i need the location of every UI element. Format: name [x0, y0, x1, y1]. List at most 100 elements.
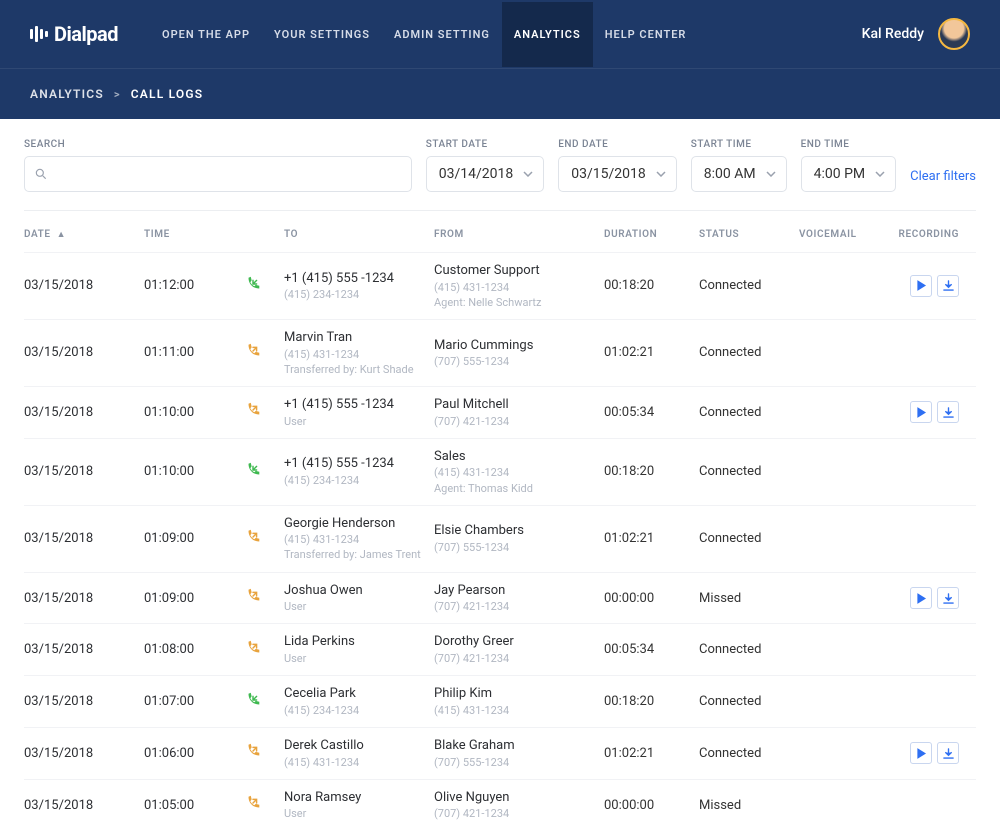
col-date[interactable]: DATE▲ — [24, 229, 144, 240]
cell-duration: 00:18:20 — [604, 278, 699, 293]
from-primary: Jay Pearson — [434, 583, 604, 599]
from-sub: (707) 421-1234 — [434, 652, 604, 665]
end-date-filter: END DATE 03/15/2018 — [558, 139, 677, 192]
from-primary: Olive Nguyen — [434, 790, 604, 806]
top-navbar: Dialpad OPEN THE APPYOUR SETTINGSADMIN S… — [0, 0, 1000, 68]
col-duration[interactable]: DURATION — [604, 229, 699, 240]
from-sub: (707) 421-1234 — [434, 807, 604, 820]
navbar-right: Kal Reddy — [862, 18, 970, 50]
search-icon — [34, 167, 48, 181]
cell-status: Connected — [699, 746, 799, 761]
avatar[interactable] — [938, 18, 970, 50]
table-row[interactable]: 03/15/201801:05:00Nora RamseyUserOlive N… — [24, 779, 976, 831]
end-time-label: END TIME — [801, 139, 897, 150]
col-from[interactable]: FROM — [434, 229, 604, 240]
table-row[interactable]: 03/15/201801:07:00Cecelia Park(415) 234-… — [24, 675, 976, 727]
cell-time: 01:11:00 — [144, 345, 244, 360]
nav-link-analytics[interactable]: ANALYTICS — [502, 2, 593, 67]
start-time-filter: START TIME 8:00 AM — [691, 139, 787, 192]
cell-recording — [879, 401, 959, 423]
cell-recording — [879, 587, 959, 609]
play-recording-button[interactable] — [910, 275, 932, 297]
brand-logo[interactable]: Dialpad — [30, 22, 118, 46]
cell-date: 03/15/2018 — [24, 694, 144, 709]
cell-date: 03/15/2018 — [24, 746, 144, 761]
table-row[interactable]: 03/15/201801:08:00Lida PerkinsUserDoroth… — [24, 623, 976, 675]
cell-from: Customer Support(415) 431-1234Agent: Nel… — [434, 263, 604, 309]
clear-filters-link[interactable]: Clear filters — [910, 169, 976, 192]
call-direction-icon — [244, 342, 284, 364]
call-direction-icon — [244, 587, 284, 609]
table-row[interactable]: 03/15/201801:10:00+1 (415) 555 -1234(415… — [24, 438, 976, 505]
cell-duration: 01:02:21 — [604, 746, 699, 761]
call-direction-icon — [244, 742, 284, 764]
from-primary: Sales — [434, 449, 604, 465]
brand-name: Dialpad — [54, 22, 118, 46]
to-primary: +1 (415) 555 -1234 — [284, 397, 434, 413]
call-direction-icon — [244, 794, 284, 816]
from-primary: Blake Graham — [434, 738, 604, 754]
end-date-dropdown[interactable]: 03/15/2018 — [558, 156, 677, 192]
table-row[interactable]: 03/15/201801:09:00Georgie Henderson(415)… — [24, 505, 976, 572]
to-extra: Transferred by: Kurt Shade — [284, 363, 434, 376]
cell-date: 03/15/2018 — [24, 531, 144, 546]
table-row[interactable]: 03/15/201801:09:00Joshua OwenUserJay Pea… — [24, 572, 976, 624]
cell-status: Connected — [699, 642, 799, 657]
call-direction-icon — [244, 401, 284, 423]
to-primary: Marvin Tran — [284, 330, 434, 346]
start-time-label: START TIME — [691, 139, 787, 150]
filters-row: SEARCH START DATE 03/14/2018 END DATE 03… — [0, 119, 1000, 210]
play-recording-button[interactable] — [910, 742, 932, 764]
breadcrumb-parent[interactable]: ANALYTICS — [30, 87, 104, 101]
col-to[interactable]: TO — [284, 229, 434, 240]
col-recording[interactable]: RECORDING — [879, 229, 959, 240]
to-sub: User — [284, 807, 434, 820]
to-primary: Nora Ramsey — [284, 790, 434, 806]
start-date-dropdown[interactable]: 03/14/2018 — [426, 156, 545, 192]
cell-time: 01:05:00 — [144, 798, 244, 813]
user-name[interactable]: Kal Reddy — [862, 26, 924, 42]
download-recording-button[interactable] — [937, 275, 959, 297]
to-primary: Derek Castillo — [284, 738, 434, 754]
cell-status: Connected — [699, 464, 799, 479]
cell-status: Connected — [699, 405, 799, 420]
nav-link-open-the-app[interactable]: OPEN THE APP — [150, 2, 262, 67]
table-row[interactable]: 03/15/201801:12:00+1 (415) 555 -1234(415… — [24, 252, 976, 319]
download-recording-button[interactable] — [937, 587, 959, 609]
col-time[interactable]: TIME — [144, 229, 244, 240]
from-primary: Elsie Chambers — [434, 523, 604, 539]
table-row[interactable]: 03/15/201801:06:00Derek Castillo(415) 43… — [24, 727, 976, 779]
cell-time: 01:09:00 — [144, 531, 244, 546]
cell-date: 03/15/2018 — [24, 464, 144, 479]
nav-link-admin-setting[interactable]: ADMIN SETTING — [382, 2, 502, 67]
cell-duration: 00:18:20 — [604, 694, 699, 709]
download-recording-button[interactable] — [937, 401, 959, 423]
search-label: SEARCH — [24, 139, 412, 150]
cell-date: 03/15/2018 — [24, 642, 144, 657]
cell-from: Sales(415) 431-1234Agent: Thomas Kidd — [434, 449, 604, 495]
cell-from: Mario Cummings(707) 555-1234 — [434, 338, 604, 369]
end-time-dropdown[interactable]: 4:00 PM — [801, 156, 897, 192]
cell-date: 03/15/2018 — [24, 405, 144, 420]
from-sub: (707) 555-1234 — [434, 355, 604, 368]
nav-link-help-center[interactable]: HELP CENTER — [593, 2, 699, 67]
search-input[interactable] — [24, 156, 412, 192]
table-row[interactable]: 03/15/201801:10:00+1 (415) 555 -1234User… — [24, 386, 976, 438]
start-time-dropdown[interactable]: 8:00 AM — [691, 156, 787, 192]
cell-to: Joshua OwenUser — [284, 583, 434, 614]
download-recording-button[interactable] — [937, 742, 959, 764]
nav-link-your-settings[interactable]: YOUR SETTINGS — [262, 2, 382, 67]
cell-duration: 01:02:21 — [604, 345, 699, 360]
end-date-label: END DATE — [558, 139, 677, 150]
breadcrumb-current: CALL LOGS — [131, 87, 204, 101]
col-voicemail[interactable]: VOICEMAIL — [799, 229, 879, 240]
play-recording-button[interactable] — [910, 401, 932, 423]
table-row[interactable]: 03/15/201801:11:00Marvin Tran(415) 431-1… — [24, 319, 976, 386]
col-status[interactable]: STATUS — [699, 229, 799, 240]
play-recording-button[interactable] — [910, 587, 932, 609]
cell-time: 01:12:00 — [144, 278, 244, 293]
end-date-value: 03/15/2018 — [571, 166, 646, 182]
from-primary: Mario Cummings — [434, 338, 604, 354]
cell-duration: 00:05:34 — [604, 405, 699, 420]
cell-to: Cecelia Park(415) 234-1234 — [284, 686, 434, 717]
